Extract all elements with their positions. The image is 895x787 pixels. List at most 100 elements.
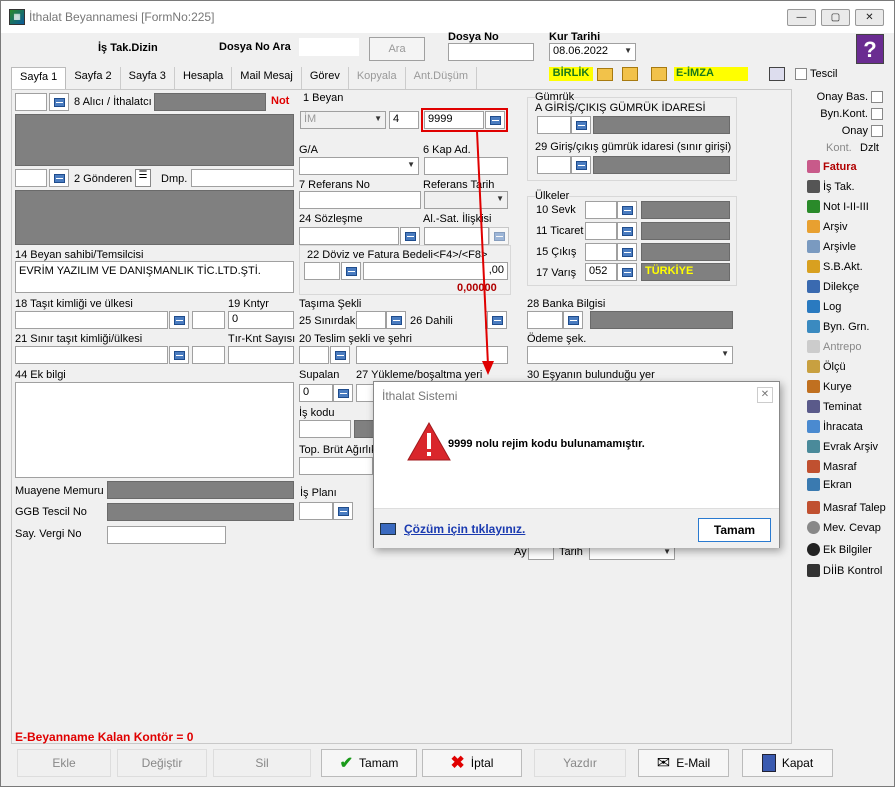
- byn-grn-button[interactable]: Byn. Grn.: [807, 320, 892, 333]
- tab-hesapla[interactable]: Hesapla: [175, 67, 233, 89]
- solution-link[interactable]: Çözüm için tıklayınız.: [404, 522, 525, 536]
- diib-kontrol-button[interactable]: DİİB Kontrol: [807, 564, 892, 577]
- sb-akt-button[interactable]: S.B.Akt.: [807, 260, 892, 273]
- varis-picker-icon[interactable]: [617, 263, 637, 281]
- folder-open-icon[interactable]: [597, 68, 613, 81]
- olcu-button[interactable]: Ölçü: [807, 360, 892, 373]
- doviz-picker-icon[interactable]: [341, 262, 361, 280]
- arsivle-button[interactable]: Arşivle: [807, 240, 892, 253]
- tab-sayfa-2[interactable]: Sayfa 2: [66, 67, 121, 89]
- log-button[interactable]: Log: [807, 300, 892, 313]
- kurye-button[interactable]: Kurye: [807, 380, 892, 393]
- tamam-button[interactable]: ✔ Tamam: [321, 749, 417, 777]
- supalan-input[interactable]: 0: [299, 384, 333, 402]
- tab-gorev[interactable]: Görev: [302, 67, 349, 89]
- ekle-button[interactable]: Ekle: [17, 749, 111, 777]
- varis-input[interactable]: 052: [585, 263, 617, 281]
- ara-button[interactable]: Ara: [369, 37, 425, 61]
- masraf-button[interactable]: Masraf: [807, 460, 892, 473]
- tab-sayfa-1[interactable]: Sayfa 1: [11, 67, 67, 89]
- dosya-no-ara-input[interactable]: [299, 38, 359, 56]
- teslim-code-input[interactable]: [299, 346, 329, 364]
- search-icon[interactable]: [769, 67, 785, 81]
- sinir-tasit-picker-icon[interactable]: [169, 346, 189, 364]
- degistir-button[interactable]: Değiştir: [117, 749, 207, 777]
- ga-select[interactable]: [299, 157, 419, 175]
- dilekce-button[interactable]: Dilekçe: [807, 280, 892, 293]
- beyan-num-input[interactable]: 4: [389, 111, 419, 129]
- odeme-select[interactable]: [527, 346, 733, 364]
- maximize-button[interactable]: ▢: [821, 9, 850, 26]
- ticaret-input[interactable]: [585, 222, 617, 240]
- birlik-badge[interactable]: BİRLİK: [549, 67, 593, 81]
- tasit-country-input[interactable]: [192, 311, 225, 329]
- sozlesme-input[interactable]: [299, 227, 399, 245]
- sinirdaki-input[interactable]: [356, 311, 386, 329]
- dzlt-label[interactable]: Dzlt: [860, 142, 879, 154]
- kur-tarihi-date[interactable]: 08.06.2022: [549, 43, 636, 61]
- ek-bilgi-textarea[interactable]: [15, 382, 294, 478]
- byn-kont-checkbox[interactable]: Byn.Kont.: [807, 108, 883, 120]
- giris-sinir-picker-icon[interactable]: [571, 156, 591, 174]
- teminat-button[interactable]: Teminat: [807, 400, 892, 413]
- doviz-code-input[interactable]: [304, 262, 340, 280]
- close-button[interactable]: ✕: [855, 9, 884, 26]
- tab-kopyala[interactable]: Kopyala: [349, 67, 406, 89]
- yazdir-button[interactable]: Yazdır: [534, 749, 626, 777]
- folder-upload-icon[interactable]: [622, 67, 638, 81]
- antrepo-button[interactable]: Antrepo: [807, 340, 892, 353]
- referans-input[interactable]: [299, 191, 421, 209]
- top-brut-input[interactable]: [299, 457, 373, 475]
- fatura-button[interactable]: Fatura: [807, 160, 892, 173]
- tir-knt-input[interactable]: [228, 346, 294, 364]
- is-tak-dizin-label[interactable]: İş Tak.Dizin: [98, 42, 158, 54]
- email-button[interactable]: ✉ E-Mail: [638, 749, 729, 777]
- supalan-picker-icon[interactable]: [333, 384, 353, 402]
- tab-sayfa-3[interactable]: Sayfa 3: [121, 67, 175, 89]
- help-icon[interactable]: ?: [856, 34, 884, 64]
- beyan-type-select[interactable]: İM: [300, 111, 386, 129]
- beyan-sahibi-input[interactable]: EVRİM YAZILIM VE DANIŞMANLIK TİC.LTD.ŞTİ…: [15, 261, 294, 293]
- dialog-ok-button[interactable]: Tamam: [698, 518, 771, 542]
- cikis-input[interactable]: [585, 243, 617, 261]
- tab-ant-dusum[interactable]: Ant.Düşüm: [406, 67, 478, 89]
- sevk-input[interactable]: [585, 201, 617, 219]
- giris-cikis-input[interactable]: [537, 116, 571, 134]
- dialog-close-button[interactable]: ✕: [757, 387, 773, 403]
- ihracata-button[interactable]: İhracata: [807, 420, 892, 433]
- mev-cevap-button[interactable]: Mev. Cevap: [807, 521, 892, 534]
- banka-picker-icon[interactable]: [563, 311, 583, 329]
- not-label[interactable]: Not: [271, 95, 289, 107]
- sinir-tasit-country-input[interactable]: [192, 346, 225, 364]
- onay-checkbox[interactable]: Onay: [807, 125, 883, 137]
- gonderen-picker-icon[interactable]: [49, 169, 69, 187]
- gonderen-code-input[interactable]: [15, 169, 47, 187]
- giris-cikis-picker-icon[interactable]: [571, 116, 591, 134]
- sevk-picker-icon[interactable]: [617, 201, 637, 219]
- dmp-input[interactable]: [191, 169, 294, 187]
- is-kodu-input[interactable]: [299, 420, 351, 438]
- tab-mail-mesaj[interactable]: Mail Mesaj: [232, 67, 302, 89]
- dosya-no-input[interactable]: [448, 43, 534, 61]
- giris-sinir-input[interactable]: [537, 156, 571, 174]
- vergi-input[interactable]: [107, 526, 226, 544]
- folder-refresh-icon[interactable]: [651, 67, 667, 81]
- onay-bas-checkbox[interactable]: Onay Bas.: [807, 91, 883, 103]
- sinirdaki-picker-icon[interactable]: [386, 311, 406, 329]
- ticaret-picker-icon[interactable]: [617, 222, 637, 240]
- sil-button[interactable]: Sil: [213, 749, 311, 777]
- banka-input[interactable]: [527, 311, 563, 329]
- ek-bilgiler-button[interactable]: Ek Bilgiler: [807, 543, 892, 556]
- sinir-tasit-input[interactable]: [15, 346, 168, 364]
- masraf-talep-button[interactable]: Masraf Talep: [807, 501, 892, 514]
- tasit-input[interactable]: [15, 311, 168, 329]
- kntyr-input[interactable]: 0: [228, 311, 294, 329]
- is-plani-input[interactable]: [299, 502, 333, 520]
- tescil-checkbox[interactable]: Tescil: [795, 68, 838, 80]
- kont-label[interactable]: Kont.: [826, 142, 852, 154]
- list-icon[interactable]: ☰: [135, 169, 151, 187]
- iptal-button[interactable]: ✖ İptal: [422, 749, 522, 777]
- arsiv-button[interactable]: Arşiv: [807, 220, 892, 233]
- kapat-button[interactable]: Kapat: [742, 749, 833, 777]
- teslim-picker-icon[interactable]: [330, 346, 350, 364]
